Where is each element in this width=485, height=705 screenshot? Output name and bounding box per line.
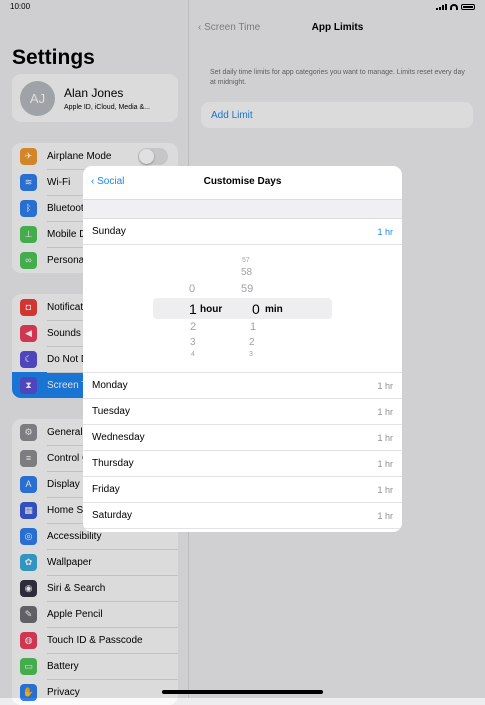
time-picker[interactable]: 0 1 hour 2 3 4 57 58 59 0 min 1 2 3 (83, 245, 402, 373)
status-time: 10:00 (10, 2, 31, 11)
picker-minute-option[interactable]: 3 (249, 351, 253, 358)
picker-hour-unit: hour (200, 304, 223, 315)
section-spacer (83, 199, 402, 219)
modal-title: Customise Days (203, 176, 282, 187)
days-list: Monday 1 hr Tuesday 1 hr Wednesday 1 hr Thursd… (83, 373, 402, 529)
picker-hour-selected[interactable]: 1 (189, 301, 197, 317)
picker-minute-option[interactable]: 1 (250, 321, 256, 333)
day-row-wednesday[interactable]: Wednesday 1 hr (83, 425, 402, 451)
picker-hour-option[interactable]: 2 (190, 321, 196, 333)
day-row-friday[interactable]: Friday 1 hr (83, 477, 402, 503)
wifi-status-icon (450, 4, 458, 10)
picker-selection-band (153, 298, 332, 319)
picker-minute-option[interactable]: 58 (241, 267, 252, 278)
day-row-monday[interactable]: Monday 1 hr (83, 373, 402, 399)
home-indicator (162, 690, 323, 694)
day-row-thursday[interactable]: Thursday 1 hr (83, 451, 402, 477)
customise-days-modal: ‹ Social Customise Days Sunday 1 hr 0 1 … (83, 166, 402, 532)
picker-minute-selected[interactable]: 0 (252, 301, 260, 317)
picker-hour-option[interactable]: 4 (191, 351, 195, 358)
day-row-sunday[interactable]: Sunday 1 hr (83, 219, 402, 245)
picker-hour-option[interactable]: 3 (190, 337, 196, 348)
modal-header: ‹ Social Customise Days (83, 166, 402, 199)
picker-hour-option[interactable]: 0 (189, 283, 195, 295)
picker-minute-unit: min (265, 304, 283, 315)
day-row-saturday[interactable]: Saturday 1 hr (83, 503, 402, 529)
picker-minute-option[interactable]: 57 (242, 257, 250, 264)
picker-minute-option[interactable]: 2 (249, 337, 255, 348)
status-bar: 10:00 (0, 0, 485, 14)
status-indicators (436, 2, 475, 12)
picker-minute-option[interactable]: 59 (241, 283, 253, 295)
cellular-signal-icon (436, 4, 447, 10)
battery-status-icon (461, 4, 475, 10)
day-row-tuesday[interactable]: Tuesday 1 hr (83, 399, 402, 425)
